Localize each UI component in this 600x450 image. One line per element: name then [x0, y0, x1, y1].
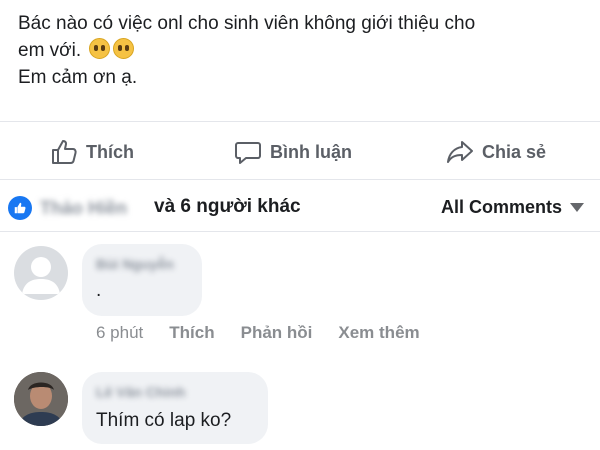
post-action-bar: Thích Bình luận Chia sẻ — [0, 132, 600, 172]
comment-see-more-button[interactable]: Xem thêm — [338, 323, 419, 343]
comment-bubble: Bùi Nguyễn . — [82, 244, 202, 316]
reaction-summary: Thảo Hiền và 6 người khác All Comments — [0, 190, 600, 226]
share-button[interactable]: Chia sẻ — [446, 132, 546, 172]
comment-bubble: Lê Văn Chinh Thím có lap ko? — [82, 372, 268, 444]
like-button[interactable]: Thích — [50, 132, 134, 172]
comment-like-button[interactable]: Thích — [169, 323, 214, 343]
comment-reply-button[interactable]: Phản hồi — [241, 323, 313, 343]
pleading-face-icon — [89, 38, 111, 59]
post-text: Bác nào có việc onl cho sinh viên không … — [18, 10, 578, 91]
default-avatar-icon — [22, 257, 60, 294]
divider — [0, 121, 600, 122]
comment-bubble-icon — [235, 142, 261, 164]
like-label: Thích — [86, 141, 134, 162]
post-line-3: Em cảm ơn ạ. — [18, 67, 138, 88]
comment-text: . — [96, 280, 102, 301]
comment-button[interactable]: Bình luận — [234, 132, 352, 172]
avatar[interactable] — [14, 246, 68, 300]
profile-photo-icon — [14, 372, 68, 426]
thumbs-up-icon — [52, 140, 77, 164]
comment-filter-label: All Comments — [440, 197, 562, 217]
comment-author[interactable]: Lê Văn Chinh — [96, 384, 185, 400]
like-reaction-icon[interactable] — [8, 196, 32, 220]
reactor-name[interactable]: Thảo Hiền — [40, 198, 127, 219]
share-arrow-icon — [447, 141, 473, 163]
divider — [0, 179, 600, 180]
share-label: Chia sẻ — [482, 141, 547, 162]
comment-author[interactable]: Bùi Nguyễn — [96, 256, 174, 272]
avatar[interactable] — [14, 372, 68, 426]
comment-label: Bình luận — [270, 141, 352, 162]
comment-time[interactable]: 6 phút — [96, 323, 143, 343]
post-line-1: Bác nào có việc onl cho sinh viên không … — [18, 13, 476, 34]
reactor-others[interactable]: và 6 người khác — [154, 196, 301, 218]
divider — [0, 231, 600, 232]
comment-actions: 6 phút Thích Phản hồi Xem thêm — [96, 323, 420, 343]
comment-text: Thím có lap ko? — [96, 410, 232, 431]
pleading-face-icon — [113, 38, 135, 59]
caret-down-icon — [570, 203, 584, 212]
post-line-2-text: em với. — [18, 40, 82, 61]
comment-filter-dropdown[interactable]: All Comments — [441, 197, 584, 218]
post-line-2: em với. — [18, 37, 578, 64]
